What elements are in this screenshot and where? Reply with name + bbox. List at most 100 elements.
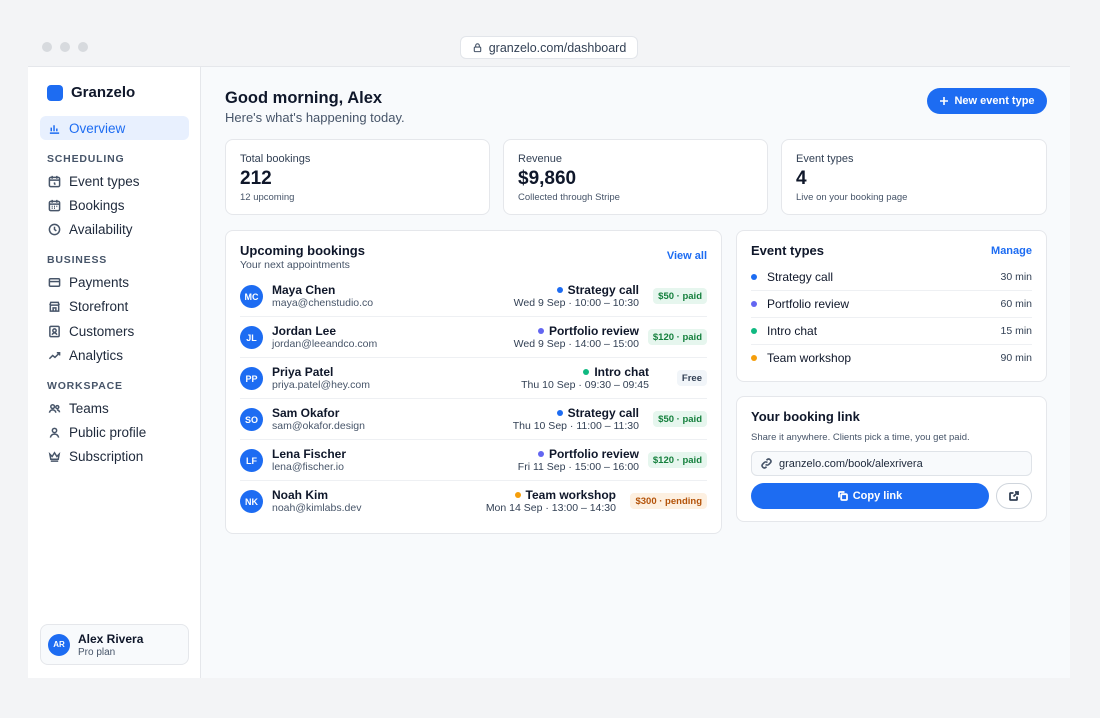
view-all-link[interactable]: View all [667,250,707,262]
section-title-business: BUSINESS [47,254,108,266]
brand[interactable]: Granzelo [47,84,135,101]
sidebar-item-payments[interactable]: Payments [40,270,189,294]
avatar: PP [240,367,263,390]
booking-name: Sam Okafor [272,406,340,420]
status-dot [751,274,757,280]
sidebar-item-label: Public profile [69,424,147,440]
users-icon [48,403,61,413]
stat-label: Event types [796,153,854,165]
booking-row[interactable]: PP Priya Patel priya.patel@hey.com Intro… [240,358,707,399]
booking-row[interactable]: MC Maya Chen maya@chenstudio.co Strategy… [240,276,707,317]
event-type-name: Portfolio review [767,297,850,311]
stat-card-total-bookings: Total bookings 212 12 upcoming [225,139,490,215]
booking-row[interactable]: SO Sam Okafor sam@okafor.design Strategy… [240,399,707,440]
address-url: granzelo.com/dashboard [488,40,627,55]
stat-value: $9,860 [518,168,577,189]
booking-type-label: Strategy call [567,406,639,420]
app-window: Granzelo Overview SCHEDULING Event types… [28,67,1070,678]
booking-name: Jordan Lee [272,324,337,338]
window-controls [42,42,88,52]
booking-time: Thu 10 Sep · 09:30 – 09:45 [521,379,649,391]
booking-link-url: granzelo.com/book/alexrivera [779,457,923,470]
credit-card-icon [48,277,61,287]
booking-type: Strategy call [556,406,639,420]
event-type-duration: 15 min [1000,325,1032,337]
sidebar-item-label: Overview [69,120,126,136]
sidebar-item-label: Payments [69,274,130,290]
payment-badge: $300 · pending [630,493,707,509]
sidebar-item-analytics[interactable]: Analytics [40,343,189,367]
booking-row[interactable]: JL Jordan Lee jordan@leeandco.com Portfo… [240,317,707,358]
sidebar-item-event-types[interactable]: Event types [40,169,189,193]
sidebar-item-label: Subscription [69,448,144,464]
calendar-clock-icon [48,175,61,187]
card-subtitle: Your next appointments [240,259,350,271]
copy-link-button[interactable]: Copy link [751,483,989,509]
booking-type: Portfolio review [537,447,639,461]
booking-type-label: Portfolio review [548,324,639,338]
event-type-name: Team workshop [767,350,852,365]
section-title-scheduling: SCHEDULING [47,153,125,165]
stat-note: 12 upcoming [240,192,295,203]
sidebar-item-overview[interactable]: Overview [40,116,189,140]
event-type-row[interactable]: Strategy call 30 min [751,264,1032,291]
booking-row[interactable]: LF Lena Fischer lena@fischer.io Portfoli… [240,440,707,481]
event-type-row[interactable]: Intro chat 15 min [751,318,1032,345]
booking-type: Intro chat [583,365,649,379]
stat-card-event-types: Event types 4 Live on your booking page [781,139,1047,215]
event-type-row[interactable]: Team workshop 90 min [751,344,1032,371]
open-link-button[interactable] [996,483,1032,509]
sidebar-item-customers[interactable]: Customers [40,319,189,343]
brand-name: Granzelo [71,84,136,101]
event-types-card: Event types Manage Strategy call 30 min … [736,230,1047,382]
booking-row[interactable]: NK Noah Kim noah@kimlabs.dev Team worksh… [240,481,707,522]
sidebar-item-bookings[interactable]: Bookings [40,193,189,217]
status-dot [556,410,563,416]
status-dot [751,354,757,361]
sidebar-item-public-profile[interactable]: Public profile [40,420,189,444]
payment-badge: Free [676,370,707,386]
trend-icon [48,351,61,359]
booking-link-field[interactable]: granzelo.com/book/alexrivera [751,451,1032,476]
external-link-icon [1009,491,1019,501]
new-event-type-button[interactable]: New event type [927,88,1047,114]
sidebar-item-label: Teams [69,400,109,416]
plus-icon [940,97,949,105]
account-card[interactable]: AR Alex Rivera Pro plan [40,624,189,665]
booking-time: Wed 9 Sep · 14:00 – 15:00 [513,338,639,350]
sidebar-item-label: Customers [69,323,135,339]
sidebar-item-label: Analytics [69,347,124,363]
card-subtitle: Share it anywhere. Clients pick a time, … [751,432,970,443]
payment-badge: $120 · paid [647,452,707,468]
event-type-duration: 30 min [1000,271,1032,283]
sidebar-item-teams[interactable]: Teams [40,396,189,420]
stat-value: 4 [796,168,807,189]
section-title-workspace: WORKSPACE [47,380,123,392]
window-maximize-dot[interactable] [78,42,88,52]
payment-badge: $50 · paid [653,288,707,304]
bar-chart-icon [49,124,60,134]
sidebar-item-availability[interactable]: Availability [40,217,189,241]
booking-email: maya@chenstudio.co [272,297,374,309]
sidebar-item-label: Storefront [69,298,129,314]
booking-name: Noah Kim [272,488,329,502]
link-icon [761,458,772,469]
payment-badge: $50 · paid [653,411,707,427]
card-title: Your booking link [751,409,860,424]
booking-name: Priya Patel [272,365,334,379]
page-title: Good morning, Alex [225,89,383,107]
sidebar-item-subscription[interactable]: Subscription [40,444,189,468]
window-minimize-dot[interactable] [60,42,70,52]
window-close-dot[interactable] [42,42,52,52]
address-bar[interactable]: granzelo.com/dashboard [460,36,638,59]
payment-badge: $120 · paid [647,329,707,345]
stat-label: Total bookings [240,153,311,165]
sidebar-item-storefront[interactable]: Storefront [40,294,189,318]
event-type-row[interactable]: Portfolio review 60 min [751,291,1032,318]
manage-link[interactable]: Manage [991,245,1032,257]
avatar: MC [240,285,263,308]
calendar-icon [48,199,61,211]
booking-type: Strategy call [556,283,639,297]
avatar: JL [240,326,263,349]
lock-icon [473,43,481,53]
